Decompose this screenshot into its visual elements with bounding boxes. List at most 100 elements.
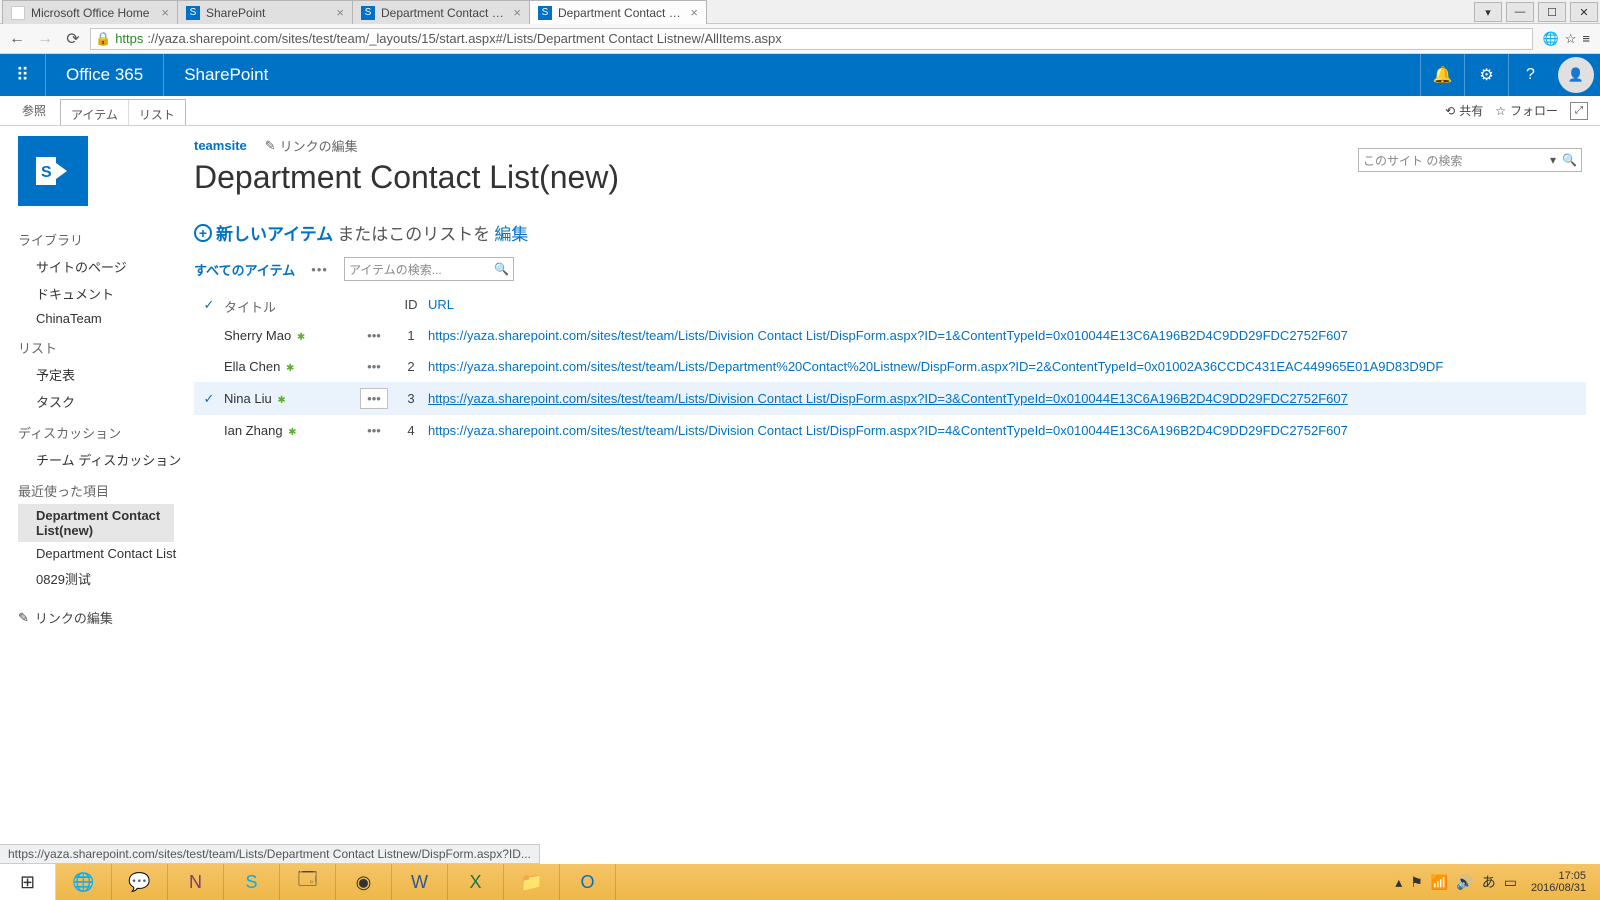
reload-button[interactable]: ⟳ — [62, 28, 84, 50]
tray-action-icon[interactable]: ▭ — [1504, 874, 1517, 891]
row-title[interactable]: Sherry Mao ✱ — [224, 328, 354, 343]
tray-network-icon[interactable]: 📶 — [1431, 874, 1448, 891]
chevron-down-icon[interactable]: ▾ — [1550, 153, 1562, 167]
taskbar-explorer[interactable]: 📁 — [504, 864, 560, 900]
taskbar-excel[interactable]: X — [448, 864, 504, 900]
edit-links[interactable]: ✎リンクの編集 — [18, 608, 182, 627]
new-item-link[interactable]: 新しいアイテム — [216, 220, 333, 245]
find-item-input[interactable]: アイテムの検索... 🔍 — [344, 257, 514, 281]
col-title[interactable]: タイトル — [224, 297, 354, 316]
focus-content-icon[interactable]: ⤢ — [1570, 102, 1588, 120]
start-button[interactable]: ⊞ — [0, 864, 56, 900]
table-row[interactable]: Ian Zhang ✱•••4https://yaza.sharepoint.c… — [194, 415, 1586, 446]
site-search-input[interactable]: このサイト の検索 ▾ 🔍 — [1358, 148, 1582, 172]
ribbon-tab-browse[interactable]: 参照 — [12, 96, 56, 125]
row-title[interactable]: Ian Zhang ✱ — [224, 423, 354, 438]
follow-action[interactable]: ☆フォロー — [1495, 102, 1558, 119]
search-icon[interactable]: 🔍 — [494, 262, 509, 276]
nav-link[interactable]: Department Contact List(new) — [18, 504, 174, 542]
taskbar-skype[interactable]: 💬 — [112, 864, 168, 900]
user-avatar[interactable]: 👤 — [1558, 57, 1594, 93]
col-url[interactable]: URL — [428, 297, 1586, 316]
row-url[interactable]: https://yaza.sharepoint.com/sites/test/t… — [428, 328, 1586, 343]
edit-list-link[interactable]: 編集 — [494, 220, 528, 245]
suite-brand[interactable]: Office 365 — [46, 54, 164, 96]
taskbar-chrome[interactable]: ◉ — [336, 864, 392, 900]
view-menu-ellipsis-icon[interactable]: ••• — [311, 262, 328, 277]
nav-link[interactable]: タスク — [18, 388, 182, 415]
row-menu[interactable]: ••• — [354, 421, 394, 440]
window-maximize[interactable]: ☐ — [1538, 2, 1566, 22]
row-menu[interactable]: ••• — [354, 357, 394, 376]
tab-close-icon[interactable]: × — [513, 5, 521, 20]
row-checkbox[interactable]: ✓ — [194, 391, 224, 407]
notifications-icon[interactable]: 🔔 — [1420, 54, 1464, 96]
row-url[interactable]: https://yaza.sharepoint.com/sites/test/t… — [428, 359, 1586, 374]
window-minimize[interactable]: — — [1506, 2, 1534, 22]
col-select[interactable]: ✓ — [194, 297, 224, 316]
nav-link[interactable]: サイトのページ — [18, 253, 182, 280]
office-icon: O — [11, 6, 25, 20]
sync-action[interactable]: ⟲共有 — [1445, 102, 1483, 119]
taskbar-clock[interactable]: 17:05 2016/08/31 — [1525, 870, 1592, 894]
breadcrumb-edit-links[interactable]: ✎リンクの編集 — [265, 136, 358, 155]
help-icon[interactable]: ? — [1508, 54, 1552, 96]
row-url[interactable]: https://yaza.sharepoint.com/sites/test/t… — [428, 391, 1586, 406]
browser-tab[interactable]: SDepartment Contact List(× — [352, 0, 530, 24]
col-id[interactable]: ID — [394, 297, 428, 316]
row-url[interactable]: https://yaza.sharepoint.com/sites/test/t… — [428, 423, 1586, 438]
app-launcher-icon[interactable]: ⠿ — [0, 54, 46, 96]
nav-link[interactable]: ChinaTeam — [18, 307, 182, 330]
taskbar-onenote[interactable]: N — [168, 864, 224, 900]
tray-volume-icon[interactable]: 🔊 — [1456, 874, 1473, 891]
tab-close-icon[interactable]: × — [336, 5, 344, 20]
window-close[interactable]: ✕ — [1570, 2, 1598, 22]
tab-close-icon[interactable]: × — [690, 5, 698, 20]
bookmark-star-icon[interactable]: ☆ — [1565, 31, 1577, 47]
current-view[interactable]: すべてのアイテム — [194, 260, 295, 279]
suite-app[interactable]: SharePoint — [164, 54, 288, 96]
browser-tab[interactable]: SSharePoint× — [177, 0, 353, 24]
forward-button[interactable]: → — [34, 28, 56, 50]
ellipsis-icon[interactable]: ••• — [361, 421, 387, 440]
row-menu[interactable]: ••• — [354, 326, 394, 345]
nav-link[interactable]: 0829测试 — [18, 565, 182, 592]
chrome-menu-icon[interactable]: ≡ — [1582, 31, 1590, 47]
tab-close-icon[interactable]: × — [161, 5, 169, 20]
nav-link[interactable]: ドキュメント — [18, 280, 182, 307]
tray-ime-icon[interactable]: あ — [1482, 872, 1496, 892]
breadcrumb-site[interactable]: teamsite — [194, 138, 247, 153]
translate-icon[interactable]: 🌐 — [1543, 31, 1559, 47]
nav-link[interactable]: チーム ディスカッション — [18, 446, 182, 473]
ribbon-tab-items[interactable]: アイテム — [61, 100, 129, 125]
site-logo[interactable]: S — [18, 136, 88, 206]
back-button[interactable]: ← — [6, 28, 28, 50]
browser-tab[interactable]: OMicrosoft Office Home× — [2, 0, 178, 24]
taskbar-outlook[interactable]: O — [560, 864, 616, 900]
list-header: ✓ タイトル ID URL — [194, 293, 1586, 320]
row-title[interactable]: Ella Chen ✱ — [224, 359, 354, 374]
ribbon-tab-list[interactable]: リスト — [129, 100, 185, 125]
taskbar-ie[interactable]: 🌐 — [56, 864, 112, 900]
plus-circle-icon[interactable]: + — [194, 224, 212, 242]
ellipsis-icon[interactable]: ••• — [361, 326, 387, 345]
table-row[interactable]: Ella Chen ✱•••2https://yaza.sharepoint.c… — [194, 351, 1586, 382]
row-menu[interactable]: ••• — [354, 388, 394, 409]
ellipsis-icon[interactable]: ••• — [361, 357, 387, 376]
window-user-icon[interactable]: ▾ — [1474, 2, 1502, 22]
nav-link[interactable]: 予定表 — [18, 361, 182, 388]
search-icon[interactable]: 🔍 — [1562, 153, 1577, 167]
nav-link[interactable]: Department Contact List — [18, 542, 182, 565]
tray-up-icon[interactable]: ▴ — [1395, 874, 1402, 891]
address-bar[interactable]: 🔒 https ://yaza.sharepoint.com/sites/tes… — [90, 28, 1533, 50]
table-row[interactable]: Sherry Mao ✱•••1https://yaza.sharepoint.… — [194, 320, 1586, 351]
table-row[interactable]: ✓Nina Liu ✱•••3https://yaza.sharepoint.c… — [194, 382, 1586, 415]
taskbar-app[interactable]: 🗔 — [280, 864, 336, 900]
tray-flag-icon[interactable]: ⚑ — [1410, 874, 1423, 891]
row-title[interactable]: Nina Liu ✱ — [224, 391, 354, 406]
taskbar-word[interactable]: W — [392, 864, 448, 900]
taskbar-skype2[interactable]: S — [224, 864, 280, 900]
settings-gear-icon[interactable]: ⚙ — [1464, 54, 1508, 96]
browser-tab[interactable]: SDepartment Contact List(n× — [529, 0, 707, 24]
ellipsis-icon[interactable]: ••• — [360, 388, 388, 409]
